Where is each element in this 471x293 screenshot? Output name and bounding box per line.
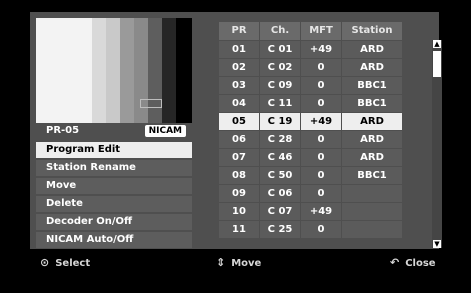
close-hint: ↶ Close <box>390 257 436 270</box>
cell-ch: C 06 <box>260 185 300 202</box>
column-station: Station <box>342 22 402 40</box>
menu-item[interactable]: NICAM Auto/Off <box>36 232 192 248</box>
cell-ch: C 19 <box>260 113 300 130</box>
program-table: PR Ch. MFT Station 01 C 01 +49 ARD 02 C 02 0 AR… <box>219 22 432 248</box>
footer-hints: ⊙ Select ⇕ Move ↶ Close <box>0 249 471 293</box>
cell-ch: C 07 <box>260 203 300 220</box>
select-hint: ⊙ Select <box>40 257 90 270</box>
table-row[interactable]: 05 C 19 +49 ARD <box>219 113 432 130</box>
scroll-down-icon[interactable]: ▼ <box>433 240 441 248</box>
program-info: PR-05 NICAM <box>36 123 192 140</box>
test-pattern-bar <box>92 18 106 123</box>
test-pattern-bar <box>78 18 92 123</box>
cell-mft: 0 <box>301 77 341 94</box>
cell-station: BBC1 <box>342 95 402 112</box>
select-hint-label: Select <box>55 258 91 269</box>
column-ch: Ch. <box>260 22 300 40</box>
scroll-up-icon[interactable]: ▲ <box>433 40 441 48</box>
move-hint: ⇕ Move <box>216 257 261 270</box>
circle-select-icon: ⊙ <box>40 256 50 269</box>
table-row[interactable]: 04 C 11 0 BBC1 <box>219 95 432 112</box>
cell-mft: 0 <box>301 149 341 166</box>
cell-mft: 0 <box>301 131 341 148</box>
cell-mft: +49 <box>301 113 341 130</box>
table-row[interactable]: 11 C 25 0 <box>219 221 432 238</box>
cell-station: ARD <box>342 41 402 58</box>
channel-preview <box>36 18 192 123</box>
move-hint-label: Move <box>231 258 262 269</box>
cell-station: ARD <box>342 113 402 130</box>
up-down-arrows-icon: ⇕ <box>216 256 226 269</box>
test-pattern-bar <box>162 18 176 123</box>
cell-ch: C 28 <box>260 131 300 148</box>
cell-pr: 07 <box>219 149 259 166</box>
menu-item[interactable]: Program Edit <box>36 142 192 158</box>
screen: PR-05 NICAM Program Edit Station Rename Mo… <box>0 0 471 293</box>
cell-pr: 11 <box>219 221 259 238</box>
cell-ch: C 50 <box>260 167 300 184</box>
menu-item[interactable]: Decoder On/Off <box>36 214 192 230</box>
cell-mft: 0 <box>301 59 341 76</box>
cell-station <box>342 185 402 202</box>
program-menu: Program Edit Station Rename Move Delete Deco… <box>36 142 192 249</box>
cell-ch: C 25 <box>260 221 300 238</box>
cell-pr: 01 <box>219 41 259 58</box>
cell-station <box>342 221 402 238</box>
audio-mode-badge: NICAM <box>144 125 186 137</box>
column-pr: PR <box>219 22 259 40</box>
cell-mft: +49 <box>301 203 341 220</box>
cell-mft: 0 <box>301 221 341 238</box>
cell-mft: +49 <box>301 41 341 58</box>
cell-ch: C 46 <box>260 149 300 166</box>
cell-station: ARD <box>342 59 402 76</box>
cell-station <box>342 203 402 220</box>
cell-mft: 0 <box>301 185 341 202</box>
preview-logo <box>140 99 162 108</box>
table-row[interactable]: 09 C 06 0 <box>219 185 432 202</box>
scroll-thumb[interactable] <box>433 51 441 77</box>
table-scrollbar[interactable]: ▲ ▼ <box>432 40 442 248</box>
cell-mft: 0 <box>301 167 341 184</box>
test-pattern-bar <box>120 18 134 123</box>
cell-ch: C 02 <box>260 59 300 76</box>
table-row[interactable]: 08 C 50 0 BBC1 <box>219 167 432 184</box>
cell-pr: 06 <box>219 131 259 148</box>
program-number: PR-05 <box>46 125 80 136</box>
menu-item[interactable]: Move <box>36 178 192 194</box>
table-body: 01 C 01 +49 ARD 02 C 02 0 ARD 03 C 09 0 BBC1 04 C 11 0… <box>219 41 432 238</box>
table-row[interactable]: 10 C 07 +49 <box>219 203 432 220</box>
cell-pr: 02 <box>219 59 259 76</box>
test-pattern-bar <box>36 18 78 123</box>
cell-pr: 09 <box>219 185 259 202</box>
test-pattern-bar <box>106 18 120 123</box>
cell-station: ARD <box>342 131 402 148</box>
cell-pr: 03 <box>219 77 259 94</box>
cell-pr: 08 <box>219 167 259 184</box>
cell-pr: 10 <box>219 203 259 220</box>
column-mft: MFT <box>301 22 341 40</box>
cell-ch: C 09 <box>260 77 300 94</box>
menu-item[interactable]: Delete <box>36 196 192 212</box>
table-row[interactable]: 07 C 46 0 ARD <box>219 149 432 166</box>
test-pattern-bar <box>176 18 192 123</box>
cell-pr: 05 <box>219 113 259 130</box>
table-row[interactable]: 06 C 28 0 ARD <box>219 131 432 148</box>
table-row[interactable]: 01 C 01 +49 ARD <box>219 41 432 58</box>
table-row[interactable]: 03 C 09 0 BBC1 <box>219 77 432 94</box>
table-header: PR Ch. MFT Station <box>219 22 432 40</box>
close-hint-label: Close <box>405 258 436 269</box>
cell-ch: C 11 <box>260 95 300 112</box>
cell-pr: 04 <box>219 95 259 112</box>
cell-mft: 0 <box>301 95 341 112</box>
return-icon: ↶ <box>390 256 400 269</box>
table-row[interactable]: 02 C 02 0 ARD <box>219 59 432 76</box>
cell-station: ARD <box>342 149 402 166</box>
cell-ch: C 01 <box>260 41 300 58</box>
menu-item[interactable]: Station Rename <box>36 160 192 176</box>
cell-station: BBC1 <box>342 77 402 94</box>
cell-station: BBC1 <box>342 167 402 184</box>
